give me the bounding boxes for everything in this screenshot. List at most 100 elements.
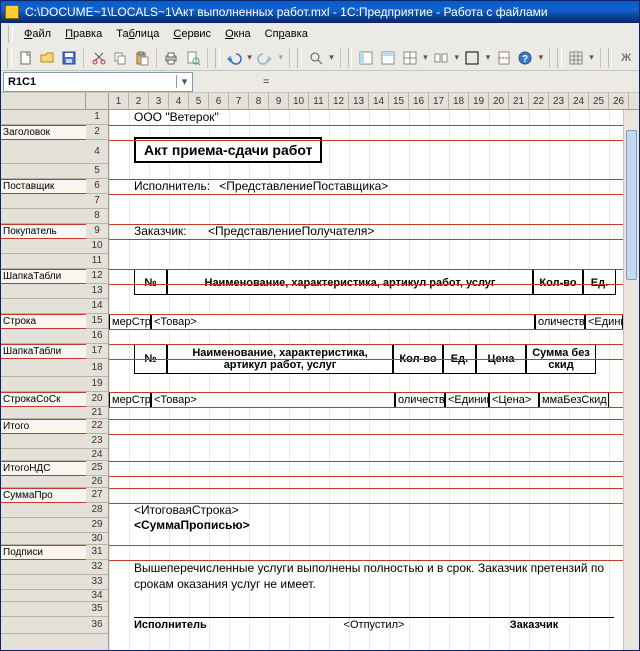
row-number[interactable]: 14 [86,299,108,314]
merge-dropdown[interactable]: ▾ [453,52,460,63]
row-number[interactable]: 32 [86,560,108,575]
menu-edit[interactable]: Правка [59,26,108,42]
redo-dropdown[interactable]: ▾ [278,52,285,63]
row-number[interactable]: 13 [86,284,108,299]
section-blank[interactable] [1,239,86,254]
row-number[interactable]: 20 [86,392,108,407]
section-blank[interactable] [1,503,86,518]
section-blank[interactable] [1,575,86,590]
col-header[interactable]: 12 [329,93,349,109]
paste-button[interactable] [133,47,152,69]
redo-button[interactable] [256,47,275,69]
grip-icon[interactable] [608,48,613,68]
row-number[interactable]: 33 [86,575,108,590]
grip-icon[interactable] [215,48,220,68]
bold-button[interactable]: Ж [617,52,635,64]
row-number[interactable]: 12 [86,269,108,284]
section-strokaCoSk[interactable]: СтрокаСоСк [1,392,86,407]
col-header[interactable]: 26 [609,93,629,109]
help-dropdown[interactable]: ▾ [538,52,545,63]
cut-button[interactable] [89,47,108,69]
section-blank[interactable] [1,164,86,179]
copy-button[interactable] [111,47,130,69]
section-blank[interactable] [1,602,86,617]
vertical-scrollbar[interactable] [623,110,639,650]
row-number[interactable]: 36 [86,617,108,634]
open-button[interactable] [38,47,57,69]
row-number[interactable]: 8 [86,209,108,224]
menu-help[interactable]: Справка [259,26,314,42]
section-blank[interactable] [1,560,86,575]
row-number[interactable]: 10 [86,239,108,254]
row-number[interactable]: 4 [86,140,108,164]
cell-ref-input[interactable] [4,76,176,88]
col-header[interactable]: 2 [129,93,149,109]
row-number[interactable]: 24 [86,449,108,461]
section-blank[interactable] [1,518,86,533]
col-header[interactable]: 8 [249,93,269,109]
row-number[interactable]: 7 [86,194,108,209]
col-header[interactable]: 25 [589,93,609,109]
row-number[interactable]: 28 [86,503,108,518]
row-number[interactable]: 11 [86,254,108,269]
row-button[interactable] [379,47,398,69]
col-header[interactable]: 20 [489,93,509,109]
section-blank[interactable] [1,299,86,314]
row-number[interactable]: 22 [86,419,108,434]
name-box[interactable]: ▾ [3,72,193,92]
row-number[interactable]: 21 [86,407,108,419]
row-number[interactable]: 5 [86,164,108,179]
grip-icon[interactable] [8,25,13,43]
section-blank[interactable] [1,434,86,449]
col-header[interactable]: 24 [569,93,589,109]
menu-file[interactable]: Файл [18,26,57,42]
col-header[interactable]: 7 [229,93,249,109]
row-number[interactable]: 17 [86,344,108,359]
sheet-area[interactable]: ЗаголовокПоставщикПокупательШапкаТаблиСт… [1,110,639,650]
section-podpisi[interactable]: Подписи [1,545,86,560]
save-button[interactable] [60,47,79,69]
row-number[interactable]: 27 [86,488,108,503]
section-blank[interactable] [1,407,86,419]
col-header[interactable]: 22 [529,93,549,109]
section-blank[interactable] [1,476,86,488]
section-pokupatel[interactable]: Покупатель [1,224,86,239]
col-header[interactable]: 14 [369,93,389,109]
grid-body[interactable]: ООО "Ветерок"Акт приема-сдачи работИспол… [109,110,639,650]
section-blank[interactable] [1,359,86,377]
menu-table[interactable]: Таблица [110,26,165,42]
col-header[interactable]: 16 [409,93,429,109]
section-blank[interactable] [1,254,86,269]
borders-button[interactable] [463,47,482,69]
print-preview-button[interactable] [184,47,203,69]
merge-button[interactable] [432,47,451,69]
col-header[interactable]: 3 [149,93,169,109]
title-bar[interactable]: C:\DOCUME~1\LOCALS~1\Акт выполненных раб… [1,1,639,23]
scroll-thumb[interactable] [626,130,637,280]
col-header[interactable]: 1 [109,93,129,109]
row-number[interactable]: 15 [86,314,108,329]
row-number[interactable]: 1 [86,110,108,125]
col-header[interactable]: 5 [189,93,209,109]
new-button[interactable] [17,47,36,69]
search-button[interactable] [307,47,326,69]
section-blank[interactable] [1,194,86,209]
menu-service[interactable]: Сервис [167,26,217,42]
section-blank[interactable] [1,140,86,164]
col-header[interactable]: 4 [169,93,189,109]
col-header[interactable]: 11 [309,93,329,109]
undo-dropdown[interactable]: ▾ [246,52,253,63]
row-number[interactable]: 30 [86,533,108,545]
section-stroka[interactable]: Строка [1,314,86,329]
section-postavshik[interactable]: Поставщик [1,179,86,194]
undo-button[interactable] [225,47,244,69]
col-header[interactable]: 23 [549,93,569,109]
col-header[interactable]: 21 [509,93,529,109]
row-number[interactable]: 16 [86,329,108,344]
section-shapka2[interactable]: ШапкаТабли [1,344,86,359]
print-button[interactable] [162,47,181,69]
section-blank[interactable] [1,449,86,461]
row-number[interactable]: 31 [86,545,108,560]
col-header[interactable]: 18 [449,93,469,109]
col-header[interactable]: 6 [209,93,229,109]
